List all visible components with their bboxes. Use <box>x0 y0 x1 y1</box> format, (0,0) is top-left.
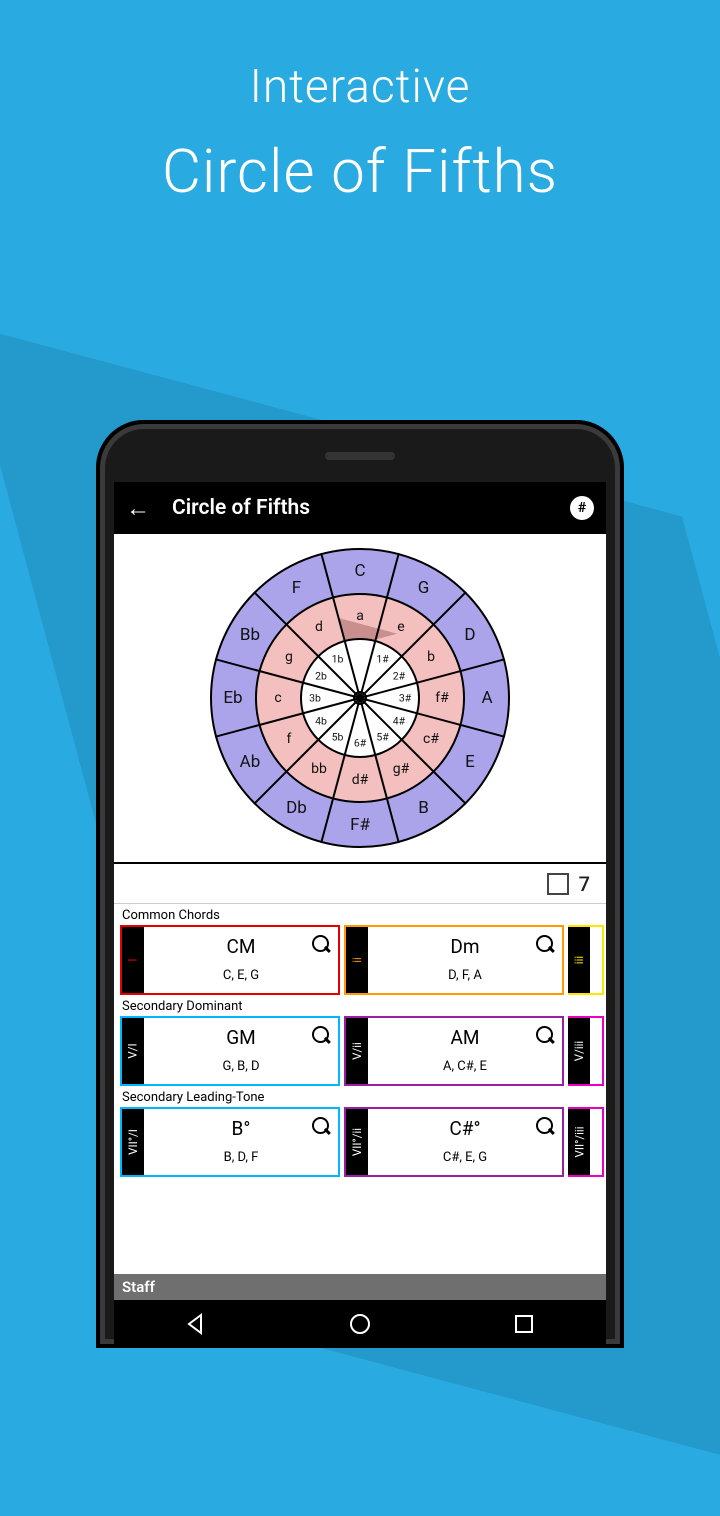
chord-name: AM <box>368 1026 562 1049</box>
nav-back-icon[interactable] <box>184 1312 208 1336</box>
accidental-toggle-button[interactable]: # <box>570 496 594 520</box>
chord-section: Common Chords ICM C, E, G iiDm D, F, A iii <box>114 904 606 995</box>
app-screen: ← Circle of Fifths # CGDAEBF#DbAbEbBbFae… <box>114 482 606 1300</box>
magnify-icon[interactable] <box>310 933 332 955</box>
chord-cards-row[interactable]: VII°/IB°B, D, FVII°/iiC#°C#, E, GVII°/ii… <box>114 1107 606 1177</box>
section-label: Common Chords <box>114 906 606 925</box>
staff-section-header[interactable]: Staff <box>114 1274 606 1300</box>
chord-name: GM <box>144 1026 338 1049</box>
magnify-icon[interactable] <box>310 1115 332 1137</box>
magnify-icon[interactable] <box>534 933 556 955</box>
speaker-icon <box>325 452 395 460</box>
roman-numeral-flag: V/iii <box>568 1018 590 1084</box>
appbar-title: Circle of Fifths <box>172 496 548 520</box>
chord-notes: C, E, G <box>144 968 338 983</box>
roman-numeral-flag: VII°/I <box>122 1109 144 1175</box>
section-label: Secondary Leading-Tone <box>114 1088 606 1107</box>
nav-home-icon[interactable] <box>348 1312 372 1336</box>
roman-numeral-flag: VII°/iii <box>568 1109 590 1175</box>
chord-card[interactable]: V/iiAM A, C#, E <box>344 1016 564 1086</box>
chord-card[interactable]: V/iii <box>568 1016 604 1086</box>
chord-notes: A, C#, E <box>368 1059 562 1074</box>
chord-card[interactable]: VII°/iiC#° C#, E, G <box>344 1107 564 1177</box>
back-arrow-icon[interactable]: ← <box>126 494 150 523</box>
roman-numeral-flag: V/ii <box>346 1018 368 1084</box>
chord-card[interactable]: VII°/IB° B, D, F <box>120 1107 340 1177</box>
roman-numeral-flag: VII°/ii <box>346 1109 368 1175</box>
magnify-icon[interactable] <box>534 1024 556 1046</box>
staff-label: Staff <box>122 1278 155 1296</box>
app-bar: ← Circle of Fifths # <box>114 482 606 534</box>
roman-numeral-flag: ii <box>346 927 368 993</box>
chord-cards-row[interactable]: V/IGM G, B, D V/iiAM A, C#, E V/iii <box>114 1016 606 1086</box>
promo-line1: Interactive <box>0 60 720 114</box>
promo-title: Interactive Circle of Fifths <box>0 60 720 207</box>
device-frame: ← Circle of Fifths # CGDAEBF#DbAbEbBbFae… <box>96 420 624 1348</box>
options-row: 7 <box>114 864 606 904</box>
promo-line2: Circle of Fifths <box>0 136 720 207</box>
chord-name: CM <box>144 935 338 958</box>
sharp-icon: # <box>578 500 586 516</box>
chord-name: B° <box>144 1117 338 1140</box>
chord-notes: G, B, D <box>144 1059 338 1074</box>
chord-card[interactable]: VII°/iii <box>568 1107 604 1177</box>
roman-numeral-flag: iii <box>568 927 590 993</box>
chord-card[interactable]: iiDm D, F, A <box>344 925 564 995</box>
chord-card[interactable]: ICM C, E, G <box>120 925 340 995</box>
circle-of-fifths-wheel[interactable]: CGDAEBF#DbAbEbBbFaebf#c#g#d#bbfcgd1#2#3#… <box>114 534 606 864</box>
chord-section: Secondary Leading-ToneVII°/IB°B, D, FVII… <box>114 1086 606 1177</box>
roman-numeral-flag: I <box>122 927 144 993</box>
nav-recent-icon[interactable] <box>512 1312 536 1336</box>
chord-cards-row[interactable]: ICM C, E, G iiDm D, F, A iii <box>114 925 606 995</box>
seventh-checkbox[interactable] <box>547 873 569 895</box>
magnify-icon[interactable] <box>534 1115 556 1137</box>
section-label: Secondary Dominant <box>114 997 606 1016</box>
chord-card[interactable]: iii <box>568 925 604 995</box>
chord-notes: B, D, F <box>144 1150 338 1165</box>
chord-card[interactable]: V/IGM G, B, D <box>120 1016 340 1086</box>
seventh-label: 7 <box>579 872 590 896</box>
android-nav-bar <box>114 1300 606 1348</box>
roman-numeral-flag: V/I <box>122 1018 144 1084</box>
chord-name: Dm <box>368 935 562 958</box>
chord-notes: D, F, A <box>368 968 562 983</box>
magnify-icon[interactable] <box>310 1024 332 1046</box>
chord-section: Secondary Dominant V/IGM G, B, D V/iiAM A, C… <box>114 995 606 1086</box>
chord-name: C#° <box>368 1117 562 1140</box>
chord-notes: C#, E, G <box>368 1150 562 1165</box>
